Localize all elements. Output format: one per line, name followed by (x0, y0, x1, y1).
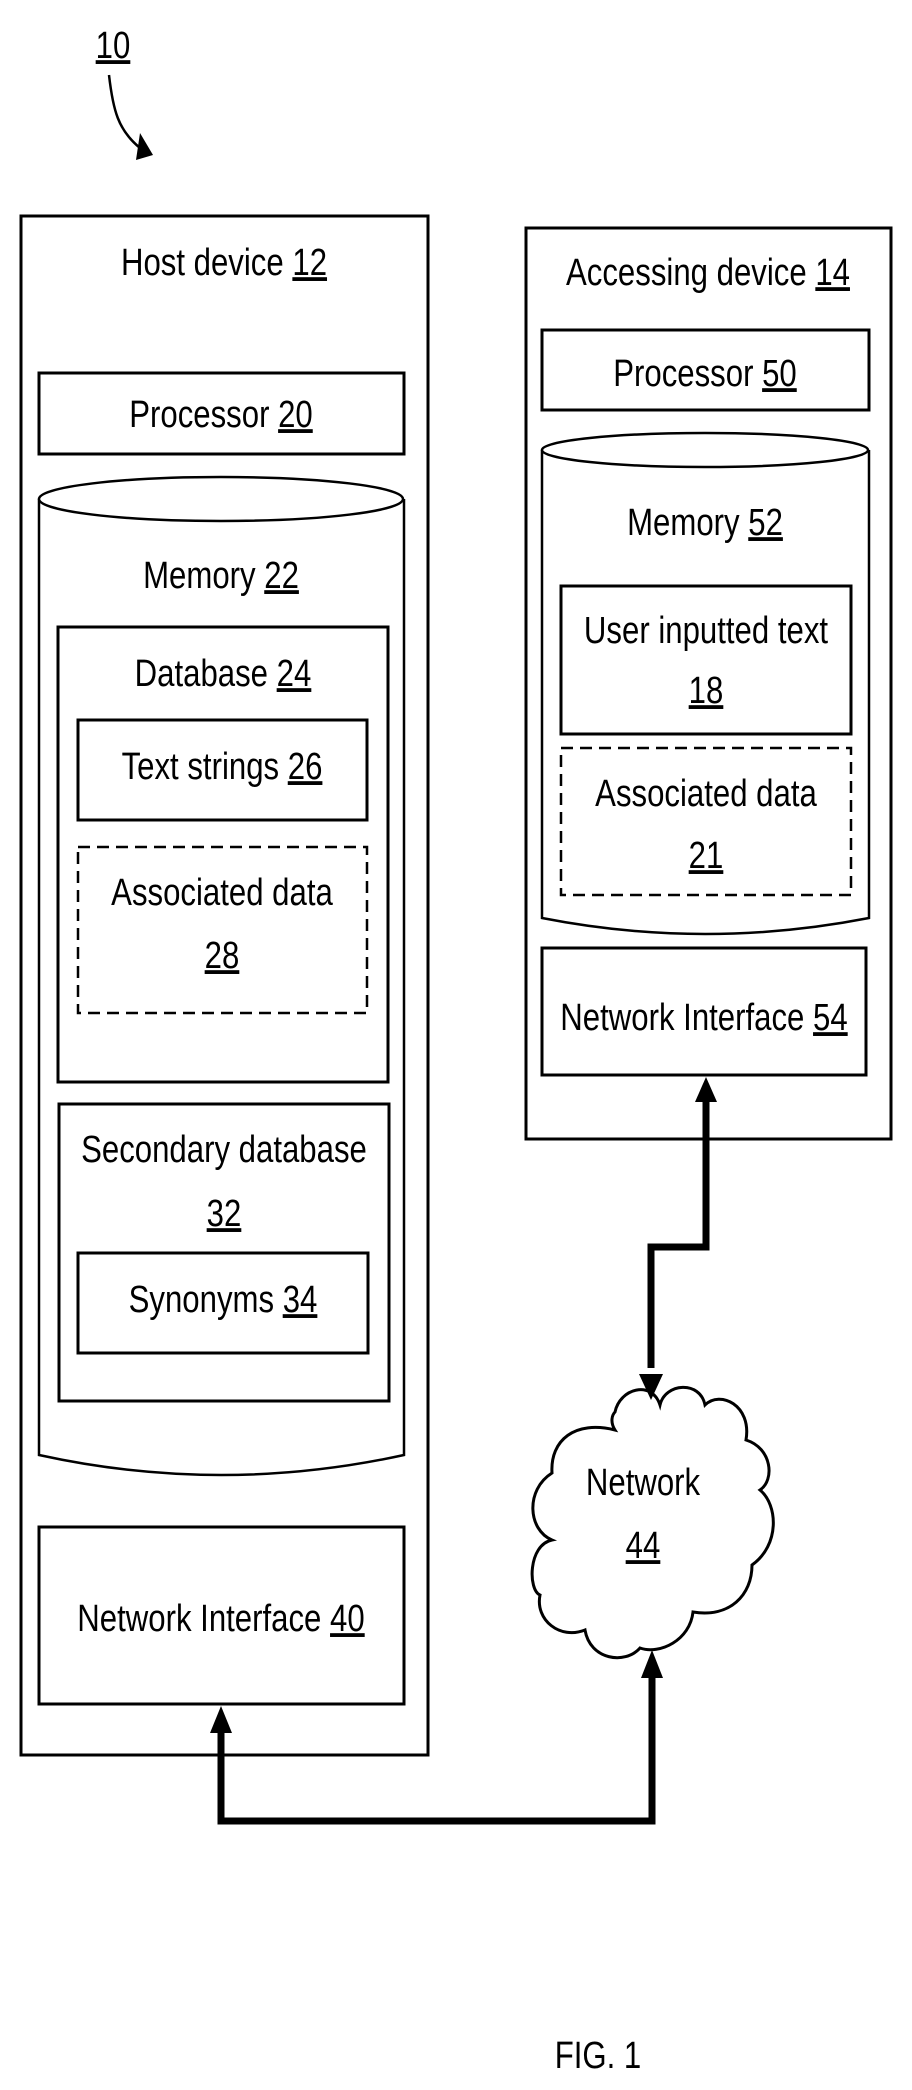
text-strings-label: Text strings 26 (122, 746, 323, 788)
accessing-memory-label: Memory 52 (627, 502, 783, 544)
figure-reference: 10 (96, 25, 153, 160)
network-cloud: Network 44 (530, 1385, 775, 1660)
figure-reference-number: 10 (96, 25, 131, 67)
host-device: Host device 12 Processor 20 Memory 22 Da… (19, 214, 430, 1757)
svg-text:10: 10 (96, 25, 131, 67)
accessing-network-interface-label: Network Interface 54 (560, 997, 847, 1039)
network-label: Network (586, 1462, 701, 1504)
host-device-title: Host device 12 (121, 242, 327, 284)
patent-diagram: 10 Host device 12 Processor 20 Memory 22… (19, 25, 893, 2077)
secondary-database-ref: 32 (207, 1193, 242, 1235)
accessing-device-title: Accessing device 14 (566, 252, 850, 294)
arrowhead-network-bottom (641, 1650, 663, 1678)
host-database-label: Database 24 (135, 653, 312, 695)
host-processor-label: Processor 20 (129, 394, 313, 436)
accessing-device: Accessing device 14 Processor 50 Memory … (524, 226, 893, 1141)
user-inputted-text-box (559, 584, 853, 736)
network-ref: 44 (626, 1525, 661, 1567)
figure-reference-arrow (107, 74, 141, 149)
figure-reference-arrowhead (136, 133, 153, 160)
figure-caption: FIG. 1 (555, 2035, 642, 2077)
accessing-processor-label: Processor 50 (613, 353, 797, 395)
user-inputted-text-ref: 18 (689, 670, 724, 712)
host-memory-label: Memory 22 (143, 555, 299, 597)
accessing-associated-data-ref: 21 (689, 835, 724, 877)
host-network-interface-label: Network Interface 40 (77, 1598, 364, 1640)
synonyms-label: Synonyms 34 (129, 1279, 318, 1321)
host-associated-data-label: Associated data (111, 872, 333, 914)
accessing-associated-data-label: Associated data (595, 773, 817, 815)
cloud-shape (530, 1385, 775, 1660)
user-inputted-text-label: User inputted text (584, 610, 828, 652)
secondary-database-label: Secondary database (81, 1129, 367, 1171)
host-associated-data-ref: 28 (205, 935, 240, 977)
